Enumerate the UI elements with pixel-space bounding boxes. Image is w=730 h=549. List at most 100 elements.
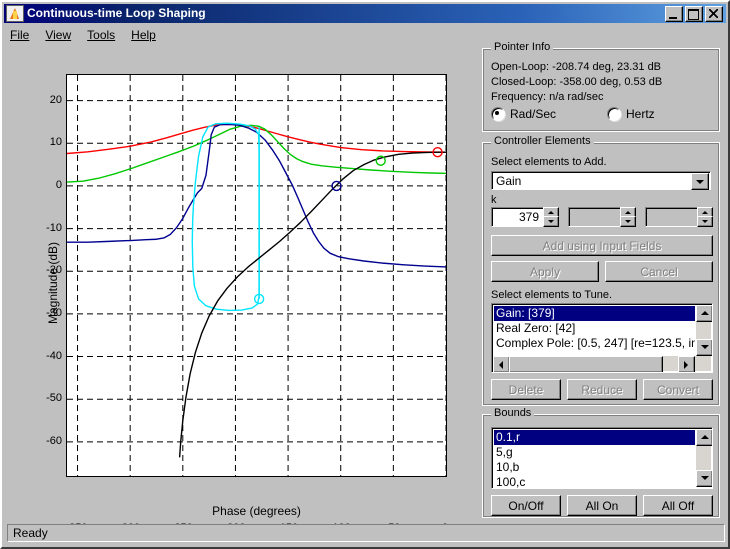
cancel-button[interactable]: Cancel — [605, 261, 713, 282]
scroll-left-icon[interactable] — [493, 356, 510, 373]
y-tick-label: 20 — [10, 94, 62, 106]
menu-item-file[interactable]: File — [10, 28, 29, 42]
y-tick-label: -50 — [10, 392, 62, 404]
scroll-right-icon[interactable] — [678, 356, 695, 373]
tune-prompt-label: Select elements to Tune. — [491, 288, 612, 302]
add-prompt-label: Select elements to Add. — [491, 155, 607, 169]
reduce-button[interactable]: Reduce — [567, 379, 637, 400]
param3-spinner-down — [697, 216, 713, 227]
list-item[interactable]: Real Zero: [42] — [494, 321, 695, 336]
list-item[interactable]: 10,b — [494, 460, 695, 475]
window-title: Continuous-time Loop Shaping — [27, 7, 206, 20]
tune-list-hscrollbar[interactable] — [493, 356, 711, 371]
y-tick-label: -20 — [10, 264, 62, 276]
right-panel: Pointer Info Open-Loop: -208.74 deg, 23.… — [482, 48, 722, 518]
all-on-label: All On — [586, 499, 619, 513]
minimize-button[interactable] — [665, 6, 683, 22]
add-using-input-fields-button[interactable]: Add using Input Fields — [491, 235, 713, 256]
plot-axes[interactable] — [66, 74, 447, 477]
matlab-icon — [6, 5, 24, 22]
list-item[interactable]: Gain: [379] — [494, 306, 695, 321]
window-controls — [665, 6, 726, 22]
delete-button[interactable]: Delete — [491, 379, 561, 400]
scroll-down-icon[interactable] — [696, 339, 713, 356]
list-item[interactable]: 5,g — [494, 445, 695, 460]
series-open-loop — [180, 152, 446, 457]
scroll-up-icon[interactable] — [696, 429, 713, 446]
series-5,g — [67, 125, 446, 182]
open-loop-readout: Open-Loop: -208.74 deg, 23.31 dB — [491, 60, 661, 74]
convert-button[interactable]: Convert — [643, 379, 713, 400]
gain-spinner[interactable]: 379 — [491, 207, 559, 227]
pointer-info-group: Pointer Info Open-Loop: -208.74 deg, 23.… — [482, 48, 720, 132]
all-off-button[interactable]: All Off — [643, 495, 713, 516]
convert-label: Convert — [657, 383, 699, 397]
close-button[interactable] — [705, 6, 723, 22]
reduce-label: Reduce — [581, 383, 622, 397]
menu-help-label: Help — [131, 28, 156, 42]
cancel-label: Cancel — [640, 265, 677, 279]
gain-input[interactable]: 379 — [491, 207, 544, 227]
menu-tools-label: Tools — [87, 28, 115, 42]
y-tick-label: 0 — [10, 179, 62, 191]
y-tick-label: 10 — [10, 136, 62, 148]
menu-item-tools[interactable]: Tools — [87, 28, 115, 42]
scroll-up-icon[interactable] — [696, 305, 713, 322]
scroll-down-icon[interactable] — [696, 470, 713, 487]
y-tick-label: -60 — [10, 435, 62, 447]
delete-label: Delete — [509, 383, 544, 397]
onoff-button[interactable]: On/Off — [491, 495, 561, 516]
param-label: k — [491, 193, 497, 207]
menu-bar: File View Tools Help — [4, 25, 726, 44]
bounds-listbox[interactable]: 0.1,r 5,g 10,b 100,c — [491, 427, 713, 489]
apply-label: Apply — [530, 265, 560, 279]
radio-hertz-label: Hertz — [626, 107, 655, 121]
element-type-value: Gain — [496, 174, 521, 188]
list-item[interactable]: 100,c — [494, 475, 695, 489]
param2-spinner-down — [620, 216, 636, 227]
onoff-label: On/Off — [508, 499, 543, 513]
hscroll-thumb[interactable] — [509, 356, 663, 373]
list-item[interactable]: 0.1,r — [494, 430, 695, 445]
x-axis-title: Phase (degrees) — [66, 504, 447, 518]
radio-rad-per-sec-label: Rad/Sec — [510, 107, 556, 121]
loop-shaping-plot[interactable]: Magnitude (dB) Phase (degrees) -350-300-… — [10, 48, 476, 518]
title-bar: Continuous-time Loop Shaping — [4, 4, 726, 23]
radio-rad-per-sec-dot — [491, 107, 505, 121]
closed-loop-readout: Closed-Loop: -358.00 deg, 0.53 dB — [491, 75, 662, 89]
gain-spinner-down[interactable] — [543, 216, 559, 227]
add-using-input-fields-label: Add using Input Fields — [543, 239, 662, 253]
y-tick-label: -10 — [10, 222, 62, 234]
menu-file-label: File — [10, 28, 29, 42]
status-text: Ready — [13, 526, 48, 540]
param2-spinner[interactable] — [568, 207, 636, 227]
frequency-readout: Frequency: n/a rad/sec — [491, 90, 604, 104]
all-off-label: All Off — [662, 499, 694, 513]
y-tick-label: -30 — [10, 307, 62, 319]
element-type-combobox[interactable]: Gain — [491, 171, 711, 190]
tune-list-vscrollbar[interactable] — [696, 305, 711, 356]
param2-input — [568, 207, 621, 227]
chevron-down-icon[interactable] — [691, 173, 709, 190]
tune-listbox[interactable]: Gain: [379] Real Zero: [42] Complex Pole… — [491, 303, 713, 373]
list-item[interactable]: Complex Pole: [0.5, 247] [re=123.5, im=2… — [494, 336, 695, 351]
bounds-list-vscrollbar[interactable] — [696, 429, 711, 487]
radio-hertz-dot — [607, 107, 621, 121]
apply-button[interactable]: Apply — [491, 261, 599, 282]
status-bar: Ready — [7, 524, 725, 542]
param3-spinner[interactable] — [645, 207, 713, 227]
menu-item-help[interactable]: Help — [131, 28, 156, 42]
series-10,b — [67, 124, 446, 266]
menu-view-label: View — [45, 28, 71, 42]
maximize-button[interactable] — [685, 6, 703, 22]
radio-hertz[interactable]: Hertz — [607, 107, 655, 121]
chart-canvas — [67, 75, 446, 476]
series-100,c — [192, 123, 259, 310]
all-on-button[interactable]: All On — [567, 495, 637, 516]
radio-rad-per-sec[interactable]: Rad/Sec — [491, 107, 556, 121]
y-tick-label: -40 — [10, 350, 62, 362]
series-0.1,r — [67, 124, 446, 153]
menu-item-view[interactable]: View — [45, 28, 71, 42]
application-window: Continuous-time Loop Shaping File View T… — [0, 0, 730, 549]
controller-elements-group: Controller Elements Select elements to A… — [482, 142, 720, 406]
